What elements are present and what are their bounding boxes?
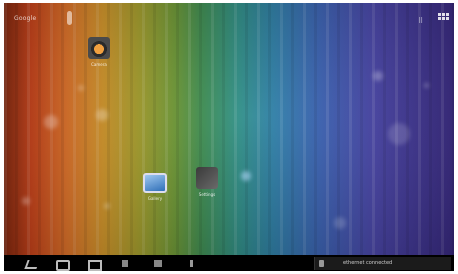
more-icon: ⠿ [418,17,424,25]
google-search-label[interactable]: Google [14,15,36,22]
bokeh-light [104,203,110,209]
bokeh-light [388,123,410,145]
notification-area[interactable]: ethernet connected [314,257,451,270]
gallery-icon-tile [143,173,167,193]
settings-icon-tile [196,167,218,189]
settings-icon[interactable]: Settings [192,167,222,197]
camera-icon[interactable]: Camera [84,37,114,67]
recent-apps-icon[interactable] [88,260,102,271]
home-wallpaper: Google ⠿ Camera Gallery Settings [4,3,454,255]
tablet-screen: Google ⠿ Camera Gallery Settings etherne… [4,3,454,271]
gallery-icon[interactable]: Gallery [136,173,174,201]
bokeh-light [334,217,346,229]
microphone-icon[interactable] [67,11,72,25]
menu-icon[interactable] [190,260,193,267]
bokeh-light [44,115,58,129]
volume-up-icon[interactable] [154,260,162,267]
bokeh-light [241,171,251,181]
bokeh-light [424,83,429,88]
bokeh-light [78,85,84,91]
system-navigation-bar: ethernet connected [4,255,454,271]
app-drawer-icon[interactable] [438,13,449,22]
back-icon[interactable] [24,260,40,269]
settings-label: Settings [198,192,216,197]
bokeh-light [96,109,108,121]
camera-label: Camera [91,62,107,67]
volume-down-icon[interactable] [122,260,128,267]
notification-device-icon [319,260,324,267]
camera-icon-tile [88,37,110,59]
bokeh-light [373,71,383,81]
home-icon[interactable] [56,260,70,271]
wallpaper-vignette [4,3,454,255]
bokeh-light [22,197,30,205]
notification-text: ethernet connected [343,260,393,266]
gallery-label: Gallery [147,196,163,201]
